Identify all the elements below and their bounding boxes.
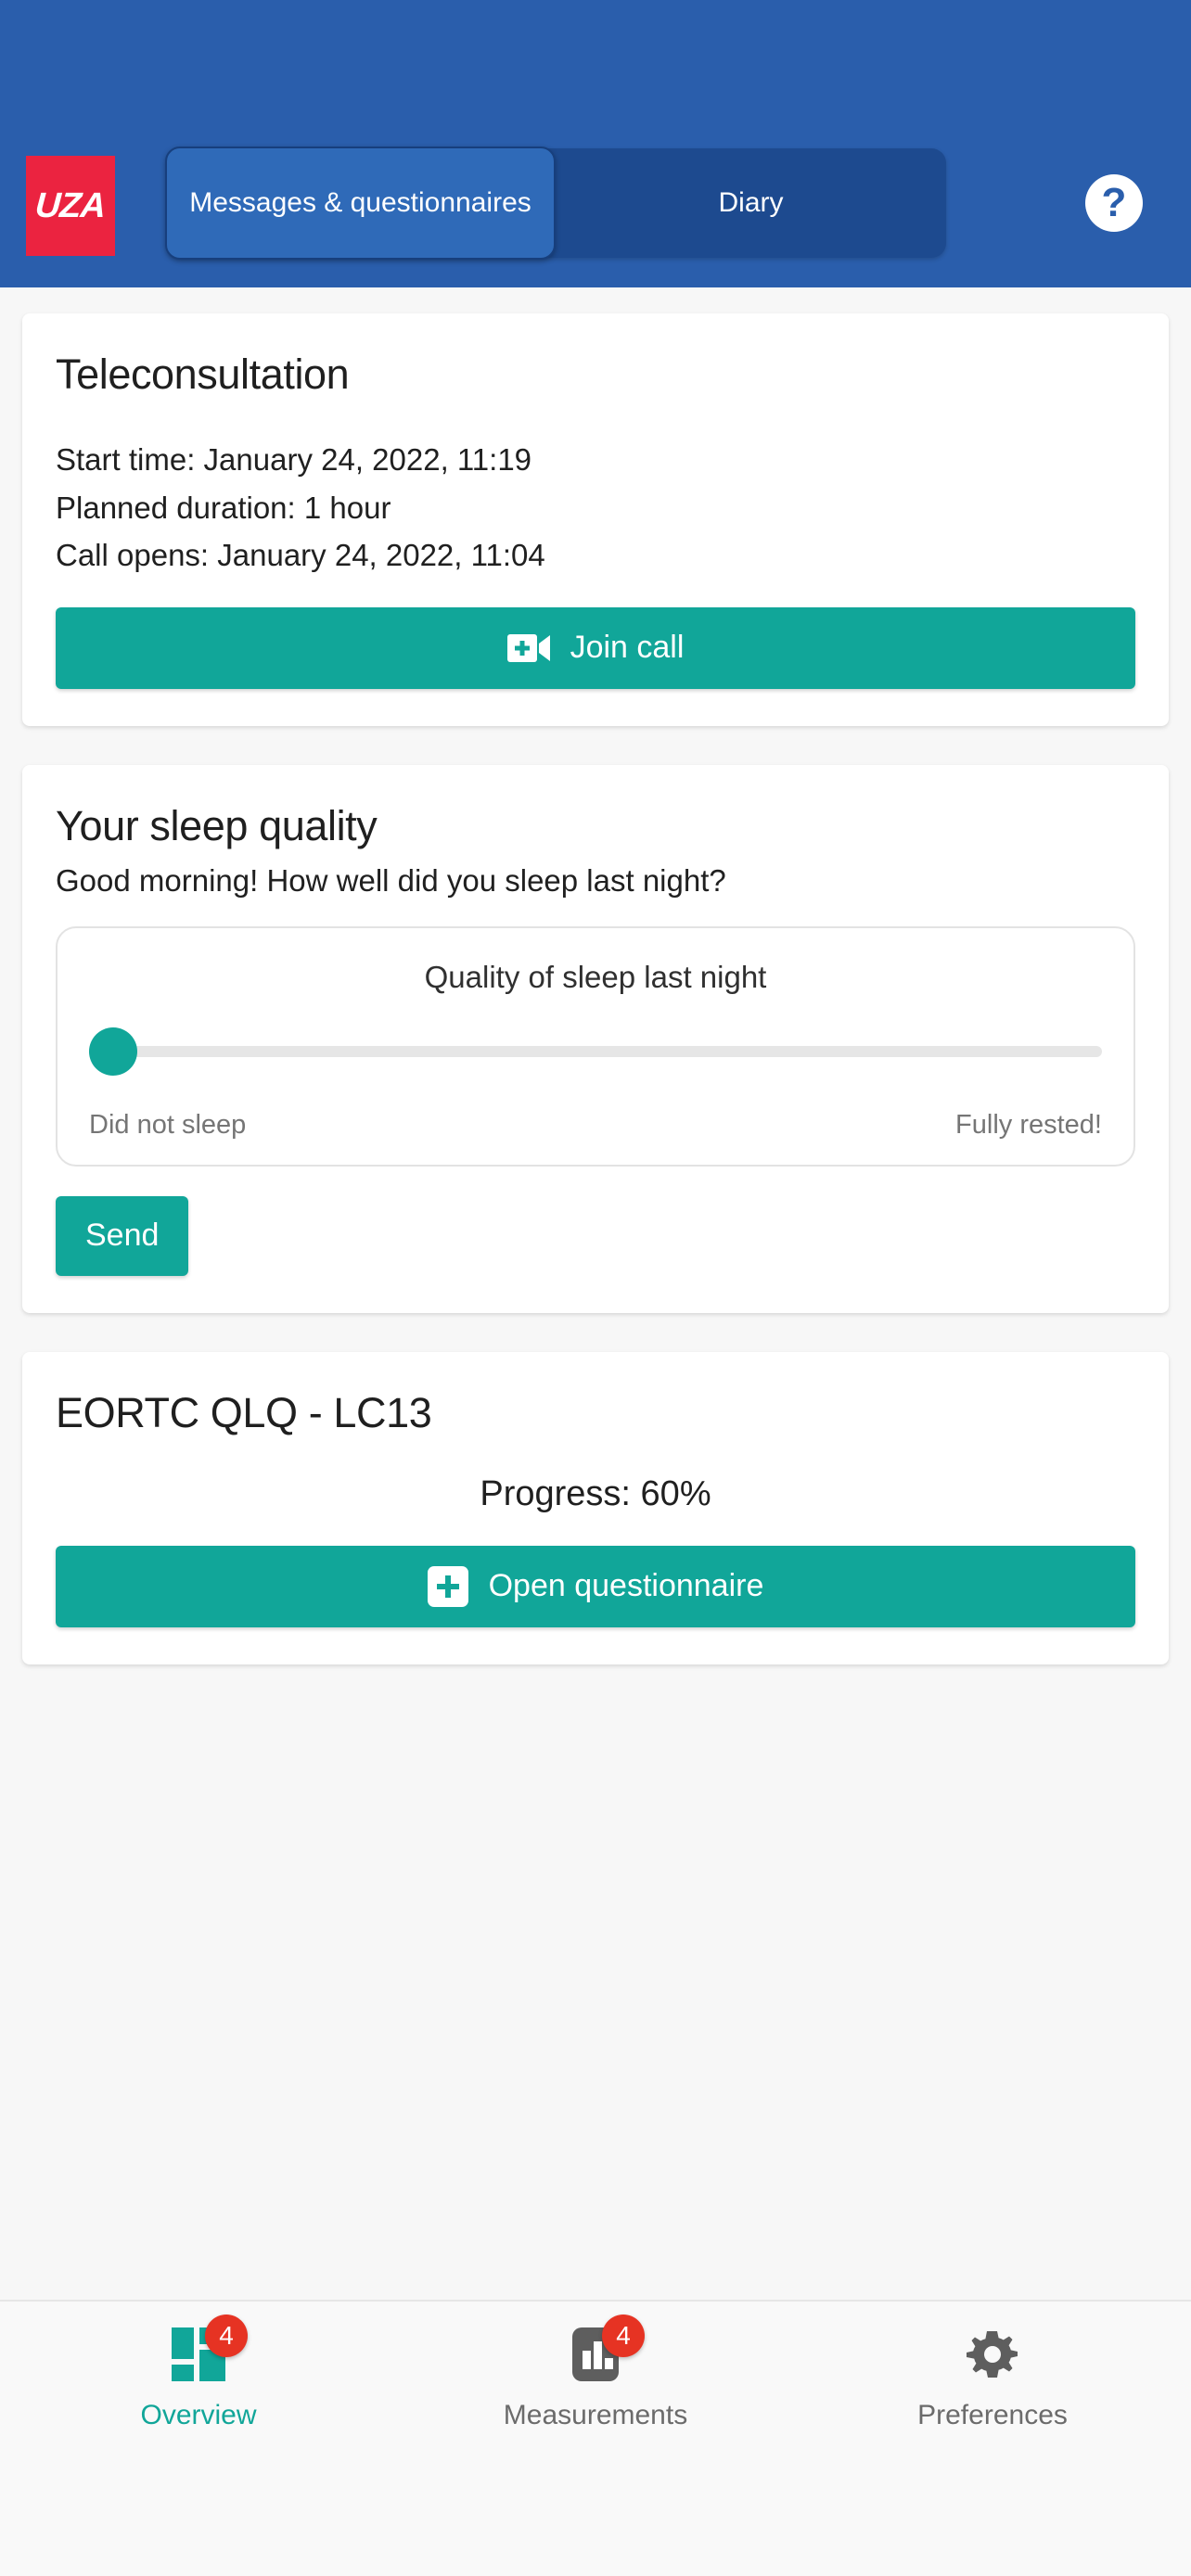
open-questionnaire-label: Open questionnaire <box>488 1568 764 1604</box>
planned-duration-text: Planned duration: 1 hour <box>56 490 391 525</box>
nav-item-preferences[interactable]: Preferences <box>794 2326 1191 2431</box>
questionnaire-card: EORTC QLQ - LC13 Progress: 60% Open ques… <box>22 1351 1169 1664</box>
start-time-text: Start time: January 24, 2022, 11:19 <box>56 442 532 477</box>
tab-diary[interactable]: Diary <box>556 148 946 258</box>
sleep-quality-title: Your sleep quality <box>56 801 378 849</box>
overview-badge: 4 <box>205 2315 248 2357</box>
header-tab-group: Messages & questionnaires Diary <box>165 147 946 260</box>
nav-item-overview-label: Overview <box>140 2400 257 2430</box>
nav-item-measurements[interactable]: 4 Measurements <box>397 2315 794 2431</box>
logo-text: UZA <box>33 186 108 225</box>
sleep-quality-question: Good morning! How well did you sleep las… <box>56 862 726 898</box>
teleconsultation-card: Teleconsultation Start time: January 24,… <box>22 313 1169 726</box>
gear-icon <box>964 2326 1021 2388</box>
nav-item-preferences-label: Preferences <box>917 2400 1068 2430</box>
app-header: UZA Messages & questionnaires Diary ? <box>0 0 1191 287</box>
teleconsultation-title: Teleconsultation <box>56 351 350 398</box>
video-call-add-icon <box>506 632 550 664</box>
sleep-slider[interactable] <box>89 1019 1102 1084</box>
nav-item-overview[interactable]: 4 Overview <box>0 2315 397 2431</box>
preferences-icon-wrap <box>956 2326 1029 2387</box>
main-content: Teleconsultation Start time: January 24,… <box>0 287 1191 2300</box>
nav-item-measurements-label: Measurements <box>503 2400 688 2430</box>
tab-diary-label: Diary <box>718 187 784 219</box>
slider-min-label: Did not sleep <box>89 1109 247 1140</box>
slider-thumb[interactable] <box>89 1027 137 1076</box>
plus-box-icon <box>427 1565 468 1607</box>
measurements-badge: 4 <box>602 2315 645 2357</box>
teleconsultation-details: Start time: January 24, 2022, 11:19 Plan… <box>56 440 1135 576</box>
slider-endpoint-labels: Did not sleep Fully rested! <box>89 1110 1102 1141</box>
tab-messages-questionnaires[interactable]: Messages & questionnaires <box>165 147 556 260</box>
questionnaire-title: EORTC QLQ - LC13 <box>56 1388 432 1436</box>
slider-track[interactable] <box>109 1045 1102 1057</box>
measurements-icon-wrap: 4 <box>559 2315 645 2387</box>
app-screen: UZA Messages & questionnaires Diary ? Te… <box>0 0 1191 2576</box>
open-questionnaire-button[interactable]: Open questionnaire <box>56 1545 1135 1627</box>
tab-messages-questionnaires-label: Messages & questionnaires <box>189 187 531 219</box>
join-call-label: Join call <box>570 630 685 666</box>
questionnaire-progress-text: Progress: 60% <box>480 1473 711 1513</box>
slider-max-label: Fully rested! <box>955 1109 1102 1140</box>
uza-logo: UZA <box>26 156 115 256</box>
question-mark-icon: ? <box>1085 174 1143 232</box>
call-opens-text: Call opens: January 24, 2022, 11:04 <box>56 538 545 573</box>
sleep-slider-panel: Quality of sleep last night Did not slee… <box>56 925 1135 1167</box>
bottom-navigation: 4 Overview 4 Measurements Preferences <box>0 2300 1191 2576</box>
sleep-quality-card: Your sleep quality Good morning! How wel… <box>22 764 1169 1313</box>
sleep-slider-caption: Quality of sleep last night <box>424 959 767 994</box>
help-button[interactable]: ? <box>1063 148 1165 258</box>
overview-icon-wrap: 4 <box>162 2315 248 2387</box>
send-button[interactable]: Send <box>56 1195 189 1276</box>
join-call-button[interactable]: Join call <box>56 606 1135 689</box>
